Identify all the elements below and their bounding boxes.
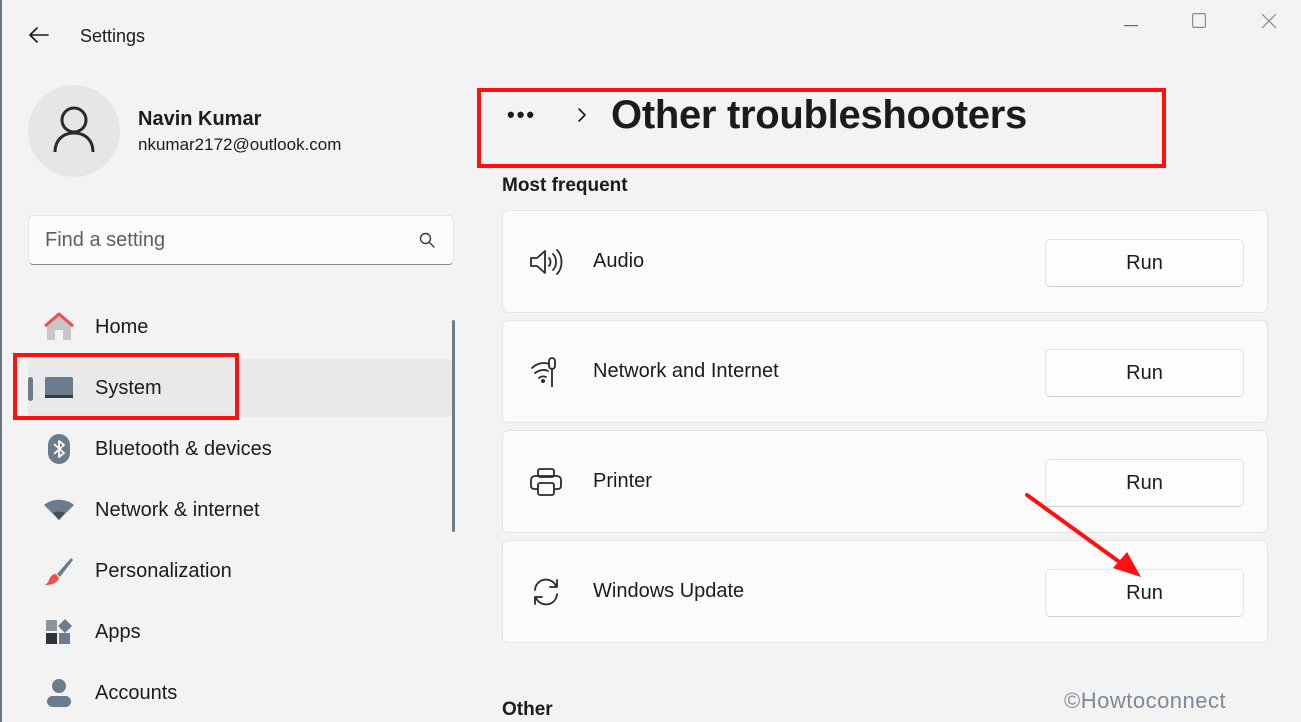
troubleshooter-network: Network and Internet Run (502, 320, 1268, 423)
network-icon (529, 355, 563, 389)
selection-indicator (28, 377, 33, 401)
troubleshooter-windows-update: Windows Update Run (502, 540, 1268, 643)
run-printer-button[interactable]: Run (1045, 459, 1244, 507)
sidebar-item-personalization[interactable]: Personalization (28, 542, 452, 600)
section-title-other: Other (502, 699, 553, 720)
account-icon (42, 676, 76, 710)
sidebar-item-label: Home (95, 315, 149, 338)
maximize-button[interactable] (1176, 8, 1222, 38)
search-icon[interactable] (417, 230, 437, 250)
speaker-icon (529, 245, 563, 279)
bluetooth-icon (42, 432, 76, 466)
sidebar-item-label: System (95, 376, 162, 399)
maximize-icon (1192, 13, 1207, 33)
sidebar-item-accounts[interactable]: Accounts (28, 664, 452, 722)
chevron-right-icon (577, 107, 587, 123)
run-windows-update-button[interactable]: Run (1045, 569, 1244, 617)
breadcrumb: ••• Other troubleshooters (507, 90, 1027, 140)
sidebar-item-system[interactable]: System (28, 359, 452, 417)
home-icon (42, 310, 76, 344)
sync-icon (529, 575, 563, 609)
troubleshooter-label: Windows Update (593, 580, 745, 602)
sidebar-item-label: Bluetooth & devices (95, 437, 272, 460)
sidebar-item-label: Personalization (95, 559, 232, 582)
user-email: nkumar2172@outlook.com (138, 135, 342, 154)
sidebar-item-apps[interactable]: Apps (28, 603, 452, 661)
search-box[interactable] (28, 215, 454, 265)
sidebar-item-network[interactable]: Network & internet (28, 481, 452, 539)
troubleshooter-label: Audio (593, 250, 645, 272)
troubleshooter-label: Printer (593, 470, 652, 492)
troubleshooter-audio: Audio Run (502, 210, 1268, 313)
page-title: Other troubleshooters (611, 92, 1027, 137)
minimize-icon (1124, 14, 1138, 32)
settings-window: Settings Navin Kumar nkumar2172@outlook.… (0, 0, 1301, 722)
sidebar-nav: Home System Bluetooth & devices Network … (28, 298, 452, 722)
close-button[interactable] (1246, 8, 1292, 38)
close-icon (1261, 13, 1277, 34)
minimize-button[interactable] (1108, 8, 1154, 38)
breadcrumb-more-button[interactable]: ••• (507, 102, 547, 128)
troubleshooter-label: Network and Internet (593, 360, 779, 382)
avatar[interactable] (28, 85, 120, 177)
sidebar-item-label: Accounts (95, 681, 178, 704)
sidebar-item-label: Network & internet (95, 498, 260, 521)
run-network-button[interactable]: Run (1045, 349, 1244, 397)
sidebar-scrollbar[interactable] (452, 320, 455, 532)
brush-icon (42, 554, 76, 588)
app-title: Settings (80, 26, 146, 46)
system-icon (42, 371, 76, 405)
section-title-most-frequent: Most frequent (502, 175, 628, 196)
search-input[interactable] (45, 228, 417, 252)
troubleshooter-printer: Printer Run (502, 430, 1268, 533)
wifi-icon (42, 493, 76, 527)
sidebar-item-label: Apps (95, 620, 141, 643)
apps-icon (42, 615, 76, 649)
person-icon (52, 105, 96, 158)
arrow-left-icon (29, 26, 49, 48)
user-name: Navin Kumar (138, 108, 262, 130)
printer-icon (529, 465, 563, 499)
watermark: ©Howtoconnect (1064, 688, 1227, 713)
back-button[interactable] (24, 22, 54, 52)
run-audio-button[interactable]: Run (1045, 239, 1244, 287)
sidebar-item-home[interactable]: Home (28, 298, 452, 356)
troubleshooter-list: Audio Run Network and Internet Run Print… (502, 210, 1268, 650)
sidebar-item-bluetooth[interactable]: Bluetooth & devices (28, 420, 452, 478)
